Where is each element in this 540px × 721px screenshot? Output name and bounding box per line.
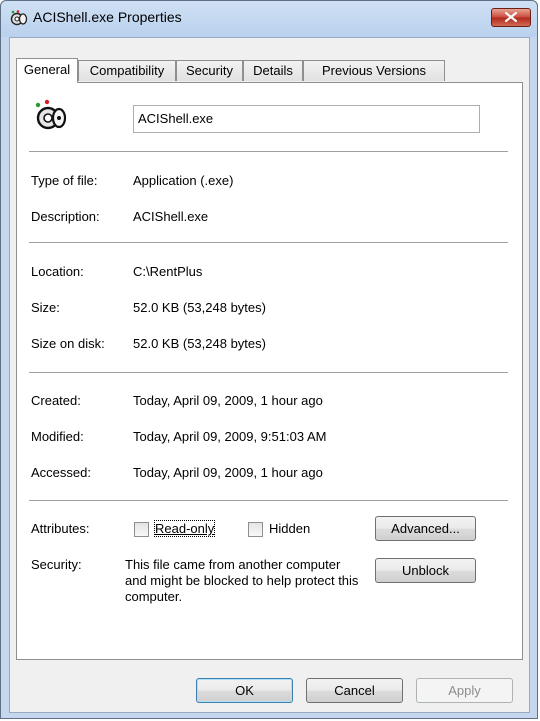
accessed-label: Accessed: — [31, 465, 91, 480]
tab-general[interactable]: General — [16, 58, 78, 83]
description-value: ACIShell.exe — [133, 209, 209, 224]
created-label: Created: — [31, 393, 81, 408]
window-title: ACIShell.exe Properties — [33, 9, 182, 25]
created-value: Today, April 09, 2009, 1 hour ago — [133, 393, 323, 408]
read-only-label[interactable]: Read-only — [153, 520, 216, 537]
type-value: Application (.exe) — [133, 173, 234, 188]
tab-details[interactable]: Details — [243, 60, 303, 81]
hidden-label[interactable]: Hidden — [269, 521, 310, 536]
dialog-client: General Compatibility Security Details P… — [9, 37, 530, 713]
close-button[interactable] — [491, 8, 531, 27]
size-on-disk-label: Size on disk: — [31, 336, 105, 351]
cancel-button[interactable]: Cancel — [306, 678, 403, 703]
tab-compatibility[interactable]: Compatibility — [78, 60, 176, 81]
application-file-icon — [33, 97, 69, 133]
security-message: This file came from another computer and… — [125, 557, 359, 604]
title-bar[interactable]: ACIShell.exe Properties — [1, 1, 539, 35]
separator — [29, 242, 508, 243]
tab-security[interactable]: Security — [176, 60, 243, 81]
hidden-checkbox[interactable] — [248, 522, 263, 537]
modified-label: Modified: — [31, 429, 84, 444]
close-icon — [504, 10, 518, 25]
general-panel: ACIShell.exe Type of file: Application (… — [16, 82, 523, 660]
size-label: Size: — [31, 300, 60, 315]
tab-previous-versions[interactable]: Previous Versions — [303, 60, 445, 81]
advanced-button[interactable]: Advanced... — [375, 516, 476, 541]
type-label: Type of file: — [31, 173, 98, 188]
ok-button[interactable]: OK — [196, 678, 293, 703]
apply-button[interactable]: Apply — [416, 678, 513, 703]
size-value: 52.0 KB (53,248 bytes) — [133, 300, 266, 315]
properties-window: ACIShell.exe Properties General Compatib… — [0, 0, 538, 719]
description-label: Description: — [31, 209, 100, 224]
file-name-field[interactable]: ACIShell.exe — [133, 105, 480, 133]
read-only-checkbox[interactable] — [134, 522, 149, 537]
location-value: C:\RentPlus — [133, 264, 203, 279]
separator — [29, 500, 508, 501]
location-label: Location: — [31, 264, 84, 279]
modified-value: Today, April 09, 2009, 9:51:03 AM — [133, 429, 327, 444]
separator — [29, 151, 508, 152]
attributes-label: Attributes: — [31, 521, 90, 536]
accessed-value: Today, April 09, 2009, 1 hour ago — [133, 465, 323, 480]
size-on-disk-value: 52.0 KB (53,248 bytes) — [133, 336, 266, 351]
unblock-button[interactable]: Unblock — [375, 558, 476, 583]
separator — [29, 372, 508, 373]
security-label: Security: — [31, 557, 82, 572]
app-icon — [10, 10, 28, 26]
